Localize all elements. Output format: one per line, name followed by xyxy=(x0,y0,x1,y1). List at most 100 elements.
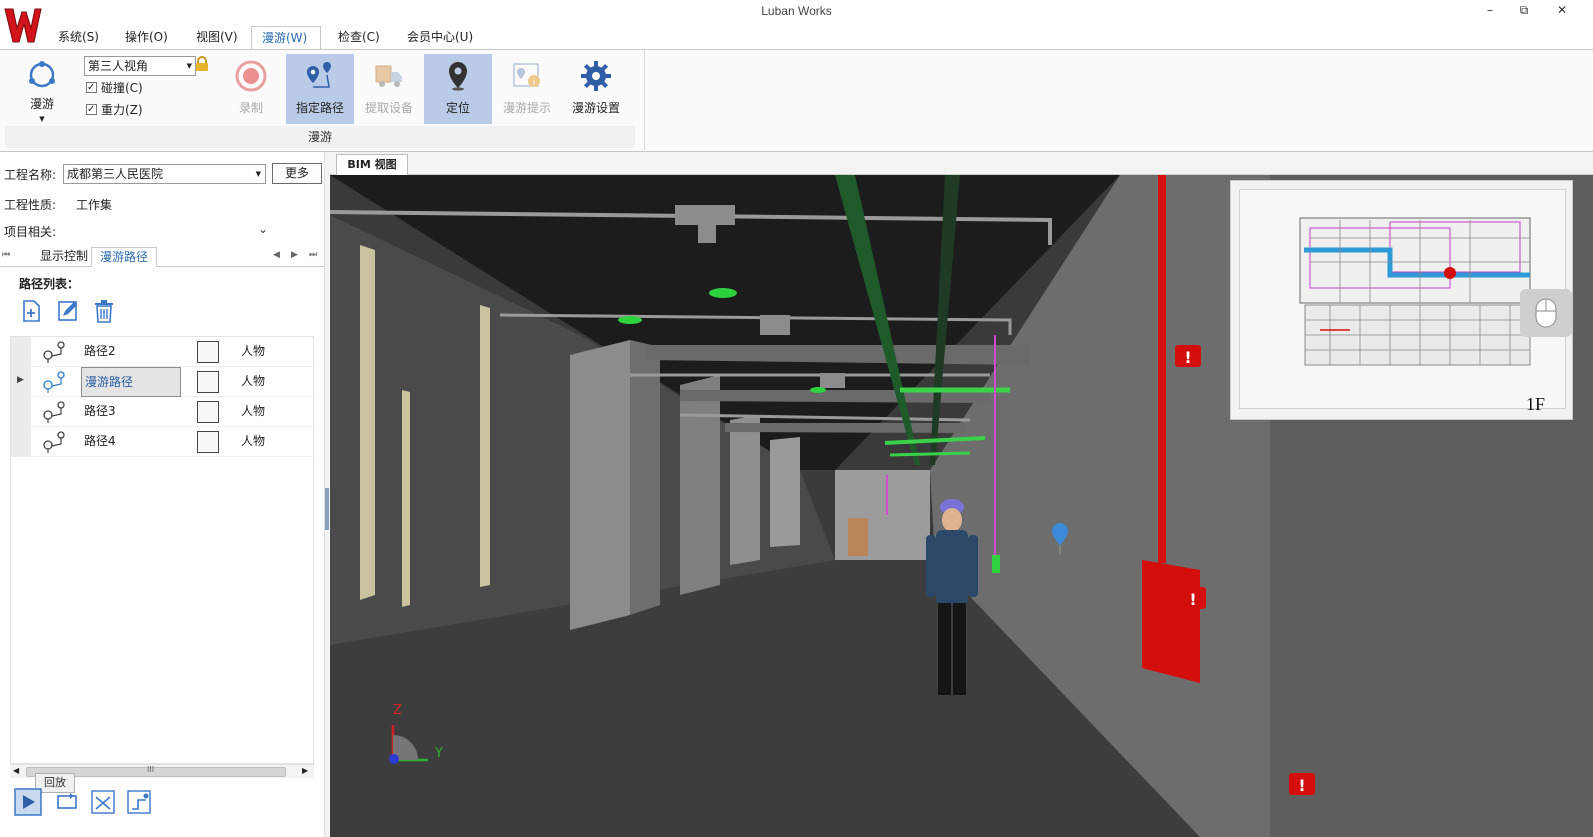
menu-system[interactable]: 系统(S) xyxy=(48,26,109,50)
route-name[interactable]: 路径2 xyxy=(81,337,181,367)
character-avatar-icon[interactable] xyxy=(197,401,219,423)
menu-view[interactable]: 视图(V) xyxy=(186,26,248,50)
table-row[interactable]: 路径2 人物 xyxy=(11,337,315,367)
bim-viewport[interactable]: ! ! ! 1F Z Y xyxy=(330,175,1593,837)
character-avatar-icon[interactable] xyxy=(197,341,219,363)
last-tab-arrow-icon[interactable]: ⏭ xyxy=(309,250,317,260)
extract-device-button[interactable]: 提取设备 xyxy=(355,54,423,124)
scroll-grip: III xyxy=(147,765,155,774)
gravity-checkbox[interactable]: 重力(Z) xyxy=(86,102,196,120)
chevron-down-icon: ▼ xyxy=(186,62,192,70)
checkbox-checked-icon xyxy=(86,80,97,96)
table-row[interactable]: 路径3 人物 xyxy=(11,397,315,427)
locate-button[interactable]: 定位 xyxy=(424,54,492,124)
tab-display-control[interactable]: 显示控制 xyxy=(32,247,96,267)
roam-hint-icon: i xyxy=(513,63,540,88)
chevron-down-icon: ▼ xyxy=(39,115,45,123)
lock-icon[interactable] xyxy=(195,56,209,72)
view-mode-value: 第三人视角 xyxy=(88,59,149,73)
route-name[interactable]: 漫游路径 xyxy=(81,367,181,397)
edit-route-icon[interactable] xyxy=(56,299,80,323)
warning-marker-icon: ! xyxy=(1175,345,1201,367)
minimize-button[interactable]: – xyxy=(1478,3,1502,21)
route-list-label: 路径列表： xyxy=(19,277,80,291)
route-pin-icon xyxy=(43,341,65,363)
title-bar: Luban Works – ⧉ ✕ xyxy=(0,0,1593,26)
route-pin-icon xyxy=(43,371,65,393)
route-name[interactable]: 路径3 xyxy=(81,397,181,427)
mouse-icon xyxy=(1535,298,1557,328)
record-button[interactable]: 录制 xyxy=(217,54,285,124)
row-gutter xyxy=(11,397,31,427)
route-name[interactable]: 路径4 xyxy=(81,427,181,457)
table-row[interactable]: 路径4 人物 xyxy=(11,427,315,457)
ribbon-group-title: 漫游 xyxy=(5,126,635,148)
roam-settings-button[interactable]: 漫游设置 xyxy=(562,54,630,124)
tab-bim-view[interactable]: BIM 视图 xyxy=(336,154,408,175)
roam-hint-label: 漫游提示 xyxy=(502,101,551,115)
roam-dropdown-button[interactable]: 漫游 ▼ xyxy=(9,54,75,124)
path-mode-icon[interactable] xyxy=(125,788,153,816)
character-avatar-icon[interactable] xyxy=(197,431,219,453)
menu-roam[interactable]: 漫游(W) xyxy=(251,26,321,50)
menu-operation[interactable]: 操作(O) xyxy=(115,26,178,50)
prev-tab-arrow-icon[interactable]: ◀ xyxy=(273,250,280,260)
collision-label: 碰撞(C) xyxy=(101,81,143,95)
route-kind: 人物 xyxy=(241,434,266,448)
more-button[interactable]: 更多 xyxy=(272,163,322,184)
project-type-value: 工作集 xyxy=(76,198,113,212)
set-path-button[interactable]: 指定路径 xyxy=(286,54,354,124)
set-path-label: 指定路径 xyxy=(295,101,344,115)
add-route-icon[interactable] xyxy=(20,299,44,323)
minimap-toggle-button[interactable] xyxy=(1520,289,1572,337)
minimap-panel xyxy=(1239,189,1566,409)
first-tab-arrow-icon[interactable]: ⏮ xyxy=(2,250,10,260)
project-type-label: 工程性质: xyxy=(4,198,57,212)
truck-icon xyxy=(375,65,402,87)
floor-label: 1F xyxy=(1526,394,1546,414)
left-panel: 工程名称: 成都第三人民医院 ▼ 更多 工程性质: 工作集 项目相关: ⌄ ⏮ … xyxy=(0,152,328,837)
roam-button-label: 漫游 xyxy=(29,97,54,111)
path-pin-icon xyxy=(307,62,331,88)
record-icon xyxy=(235,60,267,92)
gravity-label: 重力(Z) xyxy=(101,103,143,117)
svg-text:!: ! xyxy=(1184,348,1191,367)
extract-device-label: 提取设备 xyxy=(364,101,413,115)
row-gutter xyxy=(11,337,31,367)
ribbon: 漫游 ▼ 第三人视角 ▼ 碰撞(C) 重力(Z) 录制 xyxy=(0,49,1593,152)
restore-button[interactable]: ⧉ xyxy=(1512,3,1536,21)
row-gutter xyxy=(11,427,31,457)
close-button[interactable]: ✕ xyxy=(1550,3,1574,21)
tab-roam-path[interactable]: 漫游路径 xyxy=(91,247,158,267)
route-pin-icon xyxy=(43,401,65,423)
checkbox-checked-icon xyxy=(86,102,97,118)
roam-cycle-icon xyxy=(29,61,55,88)
route-kind: 人物 xyxy=(241,404,266,418)
window-title: Luban Works xyxy=(761,4,832,18)
floor-plan-map xyxy=(1299,217,1531,366)
play-icon[interactable] xyxy=(14,788,42,816)
roam-hint-button[interactable]: i 漫游提示 xyxy=(493,54,561,124)
character-avatar-icon[interactable] xyxy=(197,371,219,393)
table-row[interactable]: ▶ 漫游路径 人物 xyxy=(11,367,315,397)
collision-checkbox[interactable]: 碰撞(C) xyxy=(86,80,196,98)
bim-tab-bar: BIM 视图 xyxy=(330,152,1593,175)
svg-text:!: ! xyxy=(1189,590,1196,609)
menu-check[interactable]: 检查(C) xyxy=(328,26,390,50)
loop-icon[interactable] xyxy=(53,788,81,816)
project-name-select[interactable]: 成都第三人民医院 ▼ xyxy=(63,164,266,184)
current-row-arrow-icon: ▶ xyxy=(17,375,24,385)
next-tab-arrow-icon[interactable]: ▶ xyxy=(291,250,298,260)
expand-chevron-icon[interactable]: ⌄ xyxy=(258,222,268,236)
scroll-left-arrow-icon[interactable]: ◀ xyxy=(13,766,19,775)
splitter-grip[interactable] xyxy=(325,488,329,530)
roam-settings-label: 漫游设置 xyxy=(571,101,620,115)
shuffle-icon[interactable] xyxy=(89,788,117,816)
delete-route-icon[interactable] xyxy=(92,299,116,323)
svg-text:i: i xyxy=(533,78,536,88)
view-mode-select[interactable]: 第三人视角 ▼ xyxy=(84,56,196,76)
menu-member-center[interactable]: 会员中心(U) xyxy=(397,26,483,50)
scroll-right-arrow-icon[interactable]: ▶ xyxy=(302,766,308,775)
route-table: 路径2 人物 ▶ 漫游路径 人物 路径3 人物 路径4 人物 xyxy=(10,336,315,764)
project-name-value: 成都第三人民医院 xyxy=(67,167,164,181)
